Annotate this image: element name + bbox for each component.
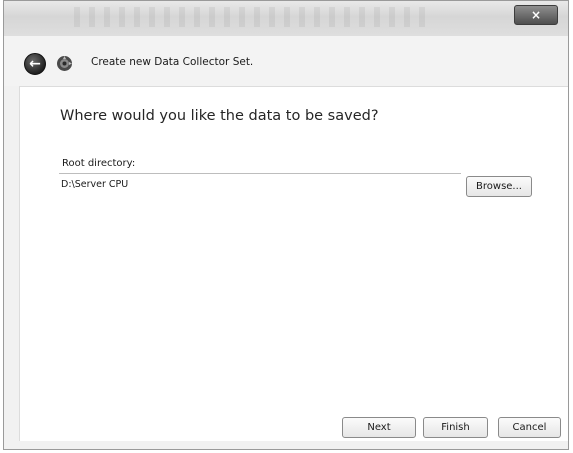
close-button[interactable]: × bbox=[514, 5, 558, 25]
wizard-title: Create new Data Collector Set. bbox=[91, 56, 254, 68]
wizard-content: Where would you like the data to be save… bbox=[19, 86, 568, 441]
title-bar-background bbox=[74, 7, 434, 27]
data-collector-icon bbox=[57, 56, 72, 71]
title-bar: × bbox=[4, 1, 568, 36]
wizard-header: ← Create new Data Collector Set. bbox=[4, 36, 568, 86]
root-directory-input[interactable] bbox=[59, 173, 461, 191]
finish-button[interactable]: Finish bbox=[423, 417, 488, 438]
cancel-button[interactable]: Cancel bbox=[498, 417, 561, 438]
wizard-window: × ← Create new Data Collector Set. Where… bbox=[3, 0, 569, 450]
arrow-left-icon: ← bbox=[29, 56, 41, 72]
root-directory-label: Root directory: bbox=[62, 158, 136, 169]
back-button[interactable]: ← bbox=[24, 53, 46, 75]
browse-button[interactable]: Browse... bbox=[466, 176, 532, 197]
next-button[interactable]: Next bbox=[342, 417, 416, 438]
page-heading: Where would you like the data to be save… bbox=[60, 108, 379, 124]
